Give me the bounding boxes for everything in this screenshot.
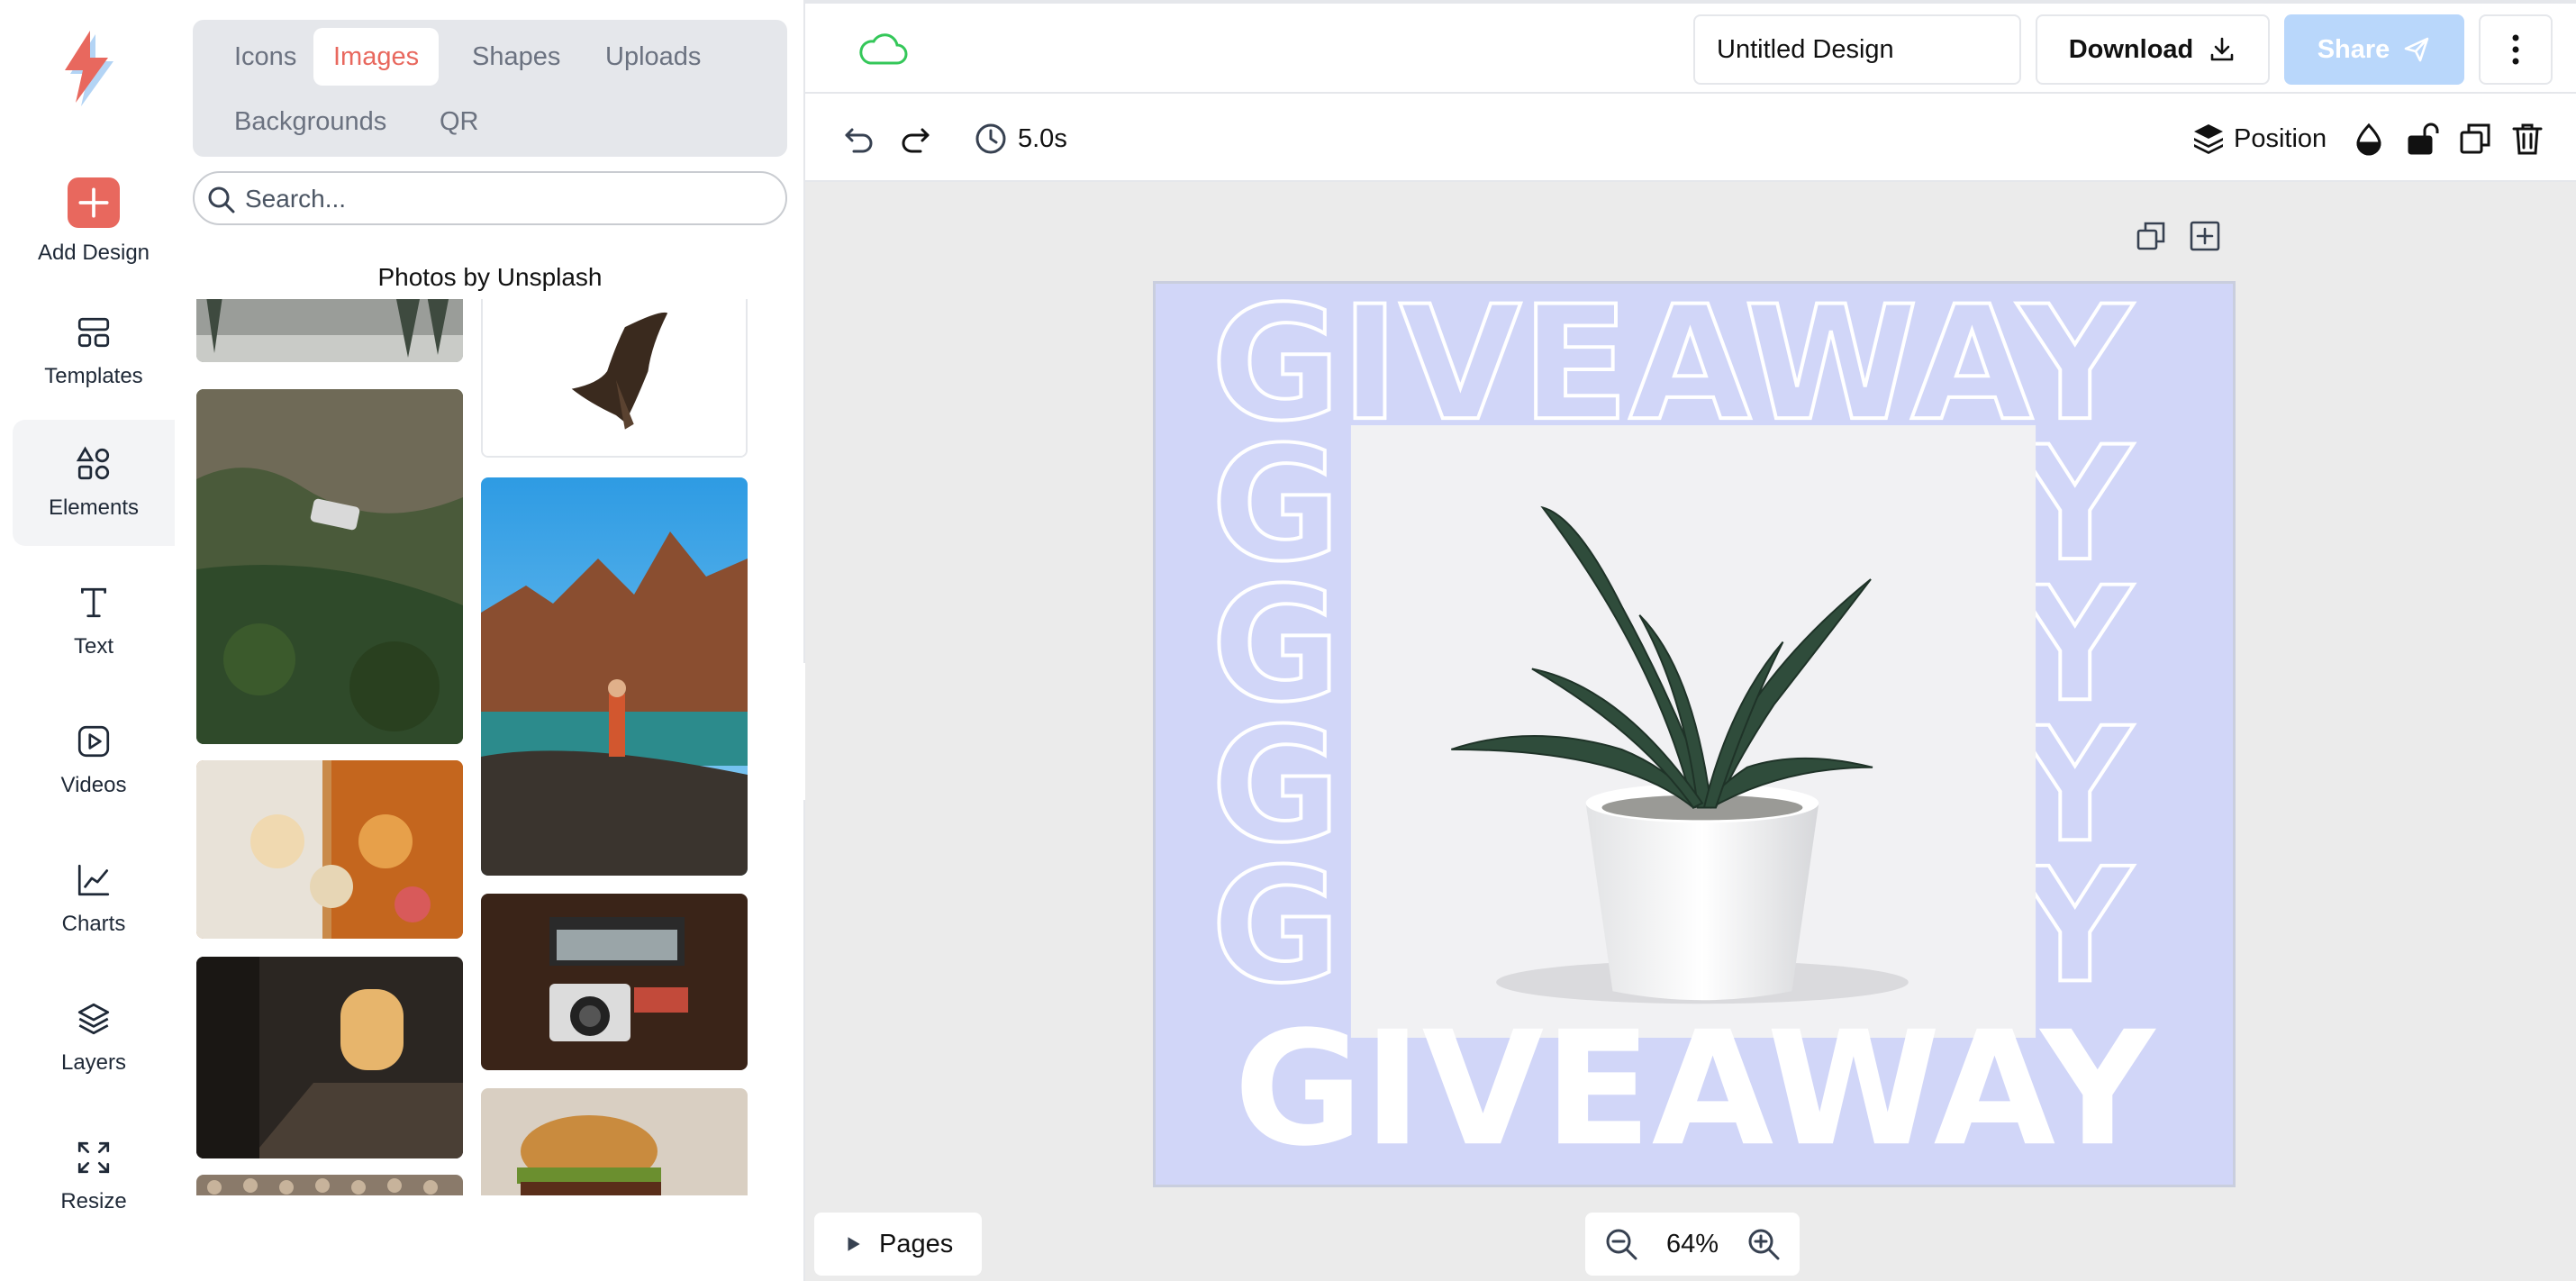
trash-icon[interactable] xyxy=(2509,121,2545,157)
editor-toolbar: 5.0s Position xyxy=(805,94,2576,182)
download-label: Download xyxy=(2068,34,2194,64)
tab-uploads[interactable]: Uploads xyxy=(585,28,721,86)
text-icon xyxy=(81,587,106,618)
tab-qr[interactable]: QR xyxy=(420,93,499,150)
section-title: Photos by Unsplash xyxy=(377,263,603,291)
sidebar-item-label: Layers xyxy=(60,1050,127,1075)
photo-thumbnail-old-window-room[interactable] xyxy=(196,957,463,1158)
layers-icon xyxy=(77,1003,110,1035)
more-vertical-icon xyxy=(2512,34,2519,65)
photo-thumbnail-eagle[interactable] xyxy=(481,299,748,458)
panel-tabs: Icons Images Shapes Uploads Backgrounds … xyxy=(193,20,787,157)
sidebar-item-elements[interactable]: Elements xyxy=(13,420,175,546)
layers-position-icon[interactable] xyxy=(2191,121,2227,157)
duplicate-page-icon[interactable] xyxy=(2135,220,2167,252)
sidebar-item-label: Resize xyxy=(60,1189,127,1213)
chart-icon xyxy=(77,864,110,896)
zoom-out-icon[interactable] xyxy=(1603,1226,1639,1262)
sidebar-item-label: Charts xyxy=(61,912,126,936)
sidebar-item-layers[interactable]: Layers xyxy=(13,975,175,1101)
elements-icon xyxy=(76,446,110,480)
undo-icon[interactable] xyxy=(841,121,877,157)
left-rail: Add Design Templates Elements Text Video… xyxy=(0,0,175,1281)
tab-shapes[interactable]: Shapes xyxy=(452,28,580,86)
solid-headline: GIVEAWAY xyxy=(1234,998,2157,1181)
sidebar-item-text[interactable]: Text xyxy=(13,559,175,685)
photo-thumbnail-wedding-ceremony[interactable] xyxy=(196,760,463,939)
zoom-control: 64% xyxy=(1585,1213,1800,1276)
resize-icon xyxy=(77,1141,110,1174)
photo-thumbnail-misty-forest[interactable] xyxy=(196,299,463,362)
cloud-saved-icon xyxy=(859,33,908,65)
play-icon xyxy=(848,1237,860,1251)
elements-panel: Icons Images Shapes Uploads Backgrounds … xyxy=(175,0,960,1281)
clock-icon[interactable] xyxy=(973,121,1009,157)
photo-gallery xyxy=(193,299,787,1195)
top-header: Download Share xyxy=(805,0,2576,94)
app-logo-icon xyxy=(65,31,113,106)
position-button[interactable]: Position xyxy=(2234,121,2327,157)
send-icon xyxy=(2404,37,2429,62)
duration-label[interactable]: 5.0s xyxy=(1018,121,1067,157)
sidebar-item-videos[interactable]: Videos xyxy=(13,697,175,823)
canvas-stage: GIVEAWAY GIVEAWAY GIVEAWAY GIVEAWAY GIVE… xyxy=(805,182,2576,1281)
design-title-input[interactable] xyxy=(1693,14,2021,85)
sidebar-item-label: Videos xyxy=(60,773,127,797)
zoom-in-icon[interactable] xyxy=(1746,1226,1782,1262)
sidebar-item-charts[interactable]: Charts xyxy=(13,836,175,962)
zoom-level: 64% xyxy=(1665,1229,1719,1258)
sidebar-item-resize[interactable]: Resize xyxy=(13,1113,175,1240)
photo-thumbnail-mountain-lake-hiker[interactable] xyxy=(481,477,748,876)
download-button[interactable]: Download xyxy=(2036,14,2270,85)
photo-thumbnail-yosemite-camera[interactable] xyxy=(481,894,748,1070)
pages-button[interactable]: Pages xyxy=(814,1213,982,1276)
templates-icon xyxy=(77,317,110,348)
sidebar-item-label: Elements xyxy=(48,495,140,520)
sidebar-item-add-design[interactable]: Add Design xyxy=(13,159,175,285)
plus-icon xyxy=(68,177,120,228)
plant-photo[interactable] xyxy=(1350,425,2036,1038)
redo-icon[interactable] xyxy=(897,121,933,157)
photo-thumbnail-burger[interactable] xyxy=(481,1088,748,1195)
video-icon xyxy=(77,725,110,758)
photo-thumbnail-aerial-car[interactable] xyxy=(196,389,463,744)
duplicate-icon[interactable] xyxy=(2457,121,2493,157)
sidebar-item-label: Add Design xyxy=(37,241,150,265)
search-input[interactable] xyxy=(245,182,767,216)
design-canvas[interactable]: GIVEAWAY GIVEAWAY GIVEAWAY GIVEAWAY GIVE… xyxy=(1153,281,2236,1187)
share-label: Share xyxy=(2317,34,2390,64)
download-icon xyxy=(2210,37,2234,61)
tab-images[interactable]: Images xyxy=(313,28,440,86)
add-page-icon[interactable] xyxy=(2189,220,2221,252)
photo-thumbnail-crowd[interactable] xyxy=(196,1175,463,1195)
more-options-button[interactable] xyxy=(2479,14,2553,85)
share-button[interactable]: Share xyxy=(2284,14,2464,85)
sidebar-item-label: Text xyxy=(73,634,113,659)
pages-label: Pages xyxy=(879,1229,954,1258)
sidebar-item-templates[interactable]: Templates xyxy=(13,288,175,414)
tab-backgrounds[interactable]: Backgrounds xyxy=(214,93,406,150)
sidebar-item-label: Templates xyxy=(44,364,143,388)
tab-icons[interactable]: Icons xyxy=(214,28,316,86)
opacity-icon[interactable] xyxy=(2351,121,2387,157)
search-box xyxy=(193,171,787,225)
unlock-icon[interactable] xyxy=(2403,121,2439,157)
search-icon xyxy=(208,186,235,214)
